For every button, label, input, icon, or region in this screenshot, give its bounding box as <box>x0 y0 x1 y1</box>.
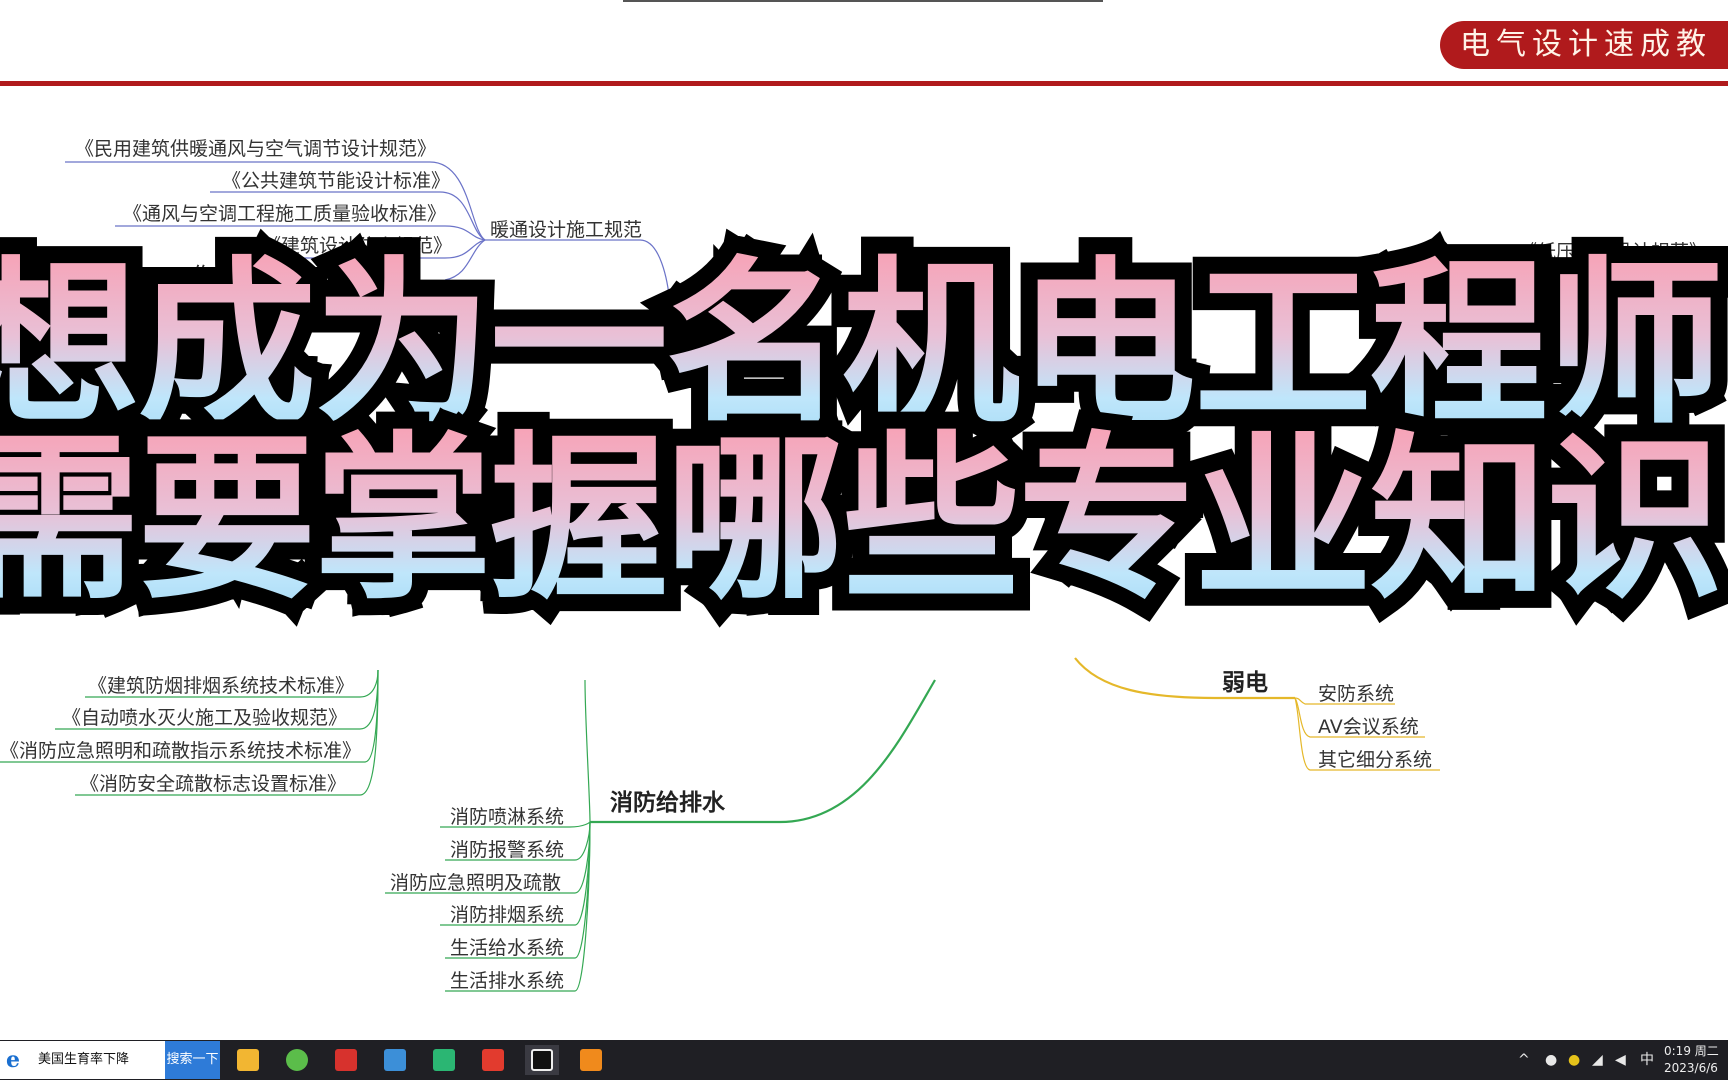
weak-current-branch-label: 弱电 <box>1222 670 1268 696</box>
fire-water-item-6: 生活排水系统 <box>450 970 564 992</box>
fire-standards-labels: 《建筑防烟排烟系统技术标准》 《自动喷水灭火施工及验收规范》 《消防应急照明和疏… <box>0 675 361 795</box>
taskbar: e 美国生育率下降 搜索一下 ^ ● ● ◢ ◀ 中 0:19 周二 2023/… <box>0 1040 1728 1080</box>
volume-icon[interactable]: ◀ <box>1615 1040 1626 1080</box>
remote-desktop-icon[interactable] <box>378 1045 412 1075</box>
overlay-title-line-2-text: 需要掌握哪些专业知识 <box>0 425 1724 615</box>
hvac-standard-1: 《民用建筑供暖通风与空气调节设计规范》 <box>75 138 436 160</box>
weak-current-labels: 弱电 安防系统 AV会议系统 其它细分系统 <box>1222 670 1432 771</box>
overlay-title-line-1-text: 想成为一名机电工程师 <box>0 250 1724 440</box>
weak-current-item-1: 安防系统 <box>1318 683 1394 705</box>
weak-current-item-3: 其它细分系统 <box>1318 749 1432 771</box>
overlay-title-line-1: 想成为一名机电工程师想成为一名机电工程师 <box>0 233 1728 457</box>
overlay-title-line-2: 需要掌握哪些专业知识需要掌握哪些专业知识 <box>0 408 1728 632</box>
wps-icon[interactable] <box>476 1045 510 1075</box>
fire-water-item-1: 消防喷淋系统 <box>450 806 564 828</box>
fire-water-item-2: 消防报警系统 <box>450 839 564 861</box>
system-clock[interactable]: 0:19 周二 2023/6/6 <box>1664 1043 1728 1077</box>
fire-water-branch-label: 消防给排水 <box>610 789 726 816</box>
weak-current-item-2: AV会议系统 <box>1318 716 1419 738</box>
clock-time: 0:19 周二 <box>1664 1044 1719 1058</box>
fire-water-item-5: 生活给水系统 <box>450 937 564 959</box>
microphone-icon[interactable]: ● <box>1545 1040 1557 1080</box>
search-box[interactable]: e 美国生育率下降 <box>0 1041 165 1079</box>
hvac-standard-2: 《公共建筑节能设计标准》 <box>222 170 450 192</box>
browser-icon[interactable] <box>280 1045 314 1075</box>
ime-indicator[interactable]: 中 <box>1640 1040 1654 1080</box>
update-icon[interactable]: ● <box>1568 1040 1580 1080</box>
fire-standard-1: 《建筑防烟排烟系统技术标准》 <box>88 675 354 697</box>
green-app-icon[interactable] <box>427 1045 461 1075</box>
fire-standard-3: 《消防应急照明和疏散指示系统技术标准》 <box>0 740 361 762</box>
fire-standard-2: 《自动喷水灭火施工及验收规范》 <box>62 707 347 729</box>
slide-canvas: 电气设计速成教 《民用建筑供暖通风与空气调节设计规范》 《公共建筑节能设计标准》… <box>0 0 1728 1040</box>
fire-water-labels: 消防给排水 消防喷淋系统 消防报警系统 消防应急照明及疏散 消防排烟系统 生活给… <box>390 789 726 992</box>
fire-water-item-4: 消防排烟系统 <box>450 904 564 926</box>
hvac-branch-label: 暖通设计施工规范 <box>490 219 642 241</box>
fire-standard-4: 《消防安全疏散标志设置标准》 <box>80 773 346 795</box>
autocad-icon[interactable] <box>329 1045 363 1075</box>
video-recorder-icon[interactable] <box>525 1045 559 1075</box>
browser-search-icon: e <box>6 1047 20 1073</box>
search-button[interactable]: 搜索一下 <box>165 1041 220 1079</box>
clock-date: 2023/6/6 <box>1664 1061 1718 1075</box>
file-explorer-icon[interactable] <box>231 1045 265 1075</box>
hvac-standard-3: 《通风与空调工程施工质量验收标准》 <box>123 203 446 225</box>
tray-chevron-icon[interactable]: ^ <box>1518 1040 1530 1080</box>
search-input[interactable]: 美国生育率下降 <box>38 1041 129 1079</box>
fire-water-item-3: 消防应急照明及疏散 <box>390 872 561 894</box>
player-icon[interactable] <box>574 1045 608 1075</box>
network-icon[interactable]: ◢ <box>1592 1040 1603 1080</box>
